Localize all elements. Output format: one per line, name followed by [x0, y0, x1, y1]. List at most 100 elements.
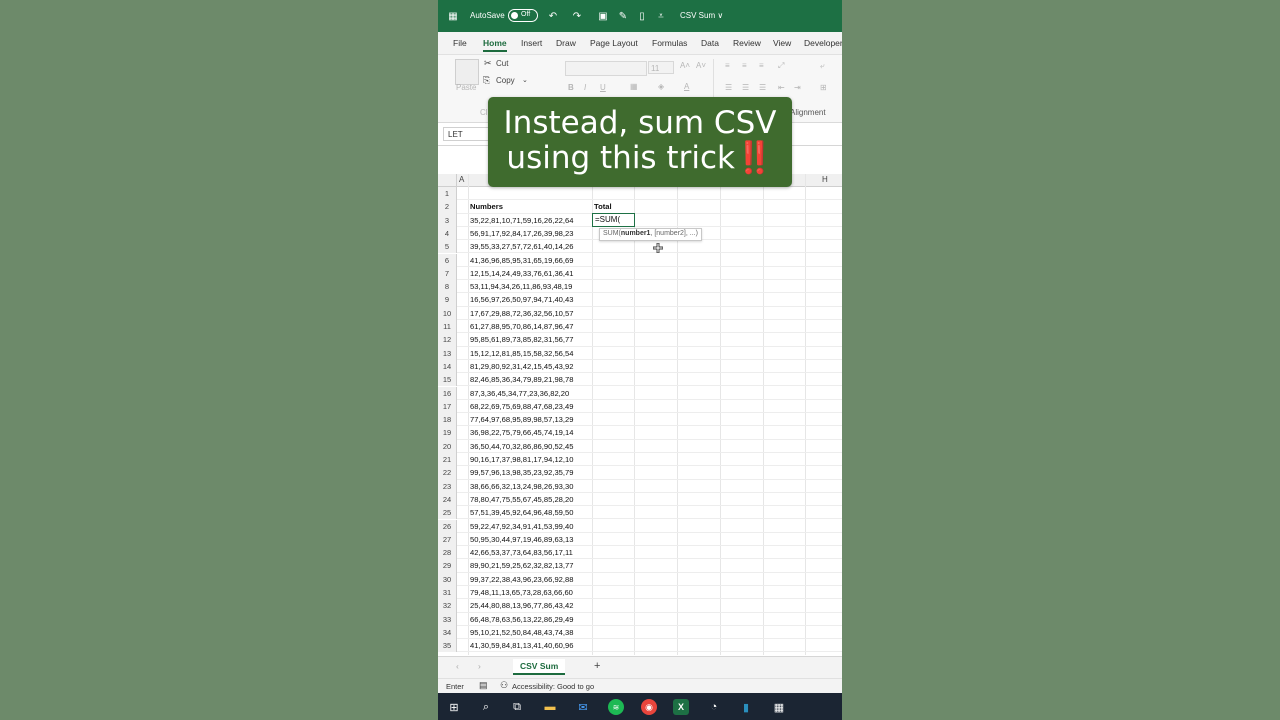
bold-icon[interactable]: B — [568, 83, 574, 92]
table-row[interactable]: 18 77,64,97,68,95,89,98,57,13,29 — [438, 413, 842, 427]
row-header[interactable]: 34 — [438, 625, 457, 640]
borders-icon[interactable]: ▦ — [630, 82, 638, 91]
table-row[interactable]: 33 66,48,78,63,56,13,22,86,29,49 — [438, 612, 842, 626]
tab-file[interactable]: File — [453, 38, 467, 48]
merge-icon[interactable]: ⊞ — [820, 83, 827, 92]
table-row[interactable]: 11 61,27,88,95,70,86,14,87,96,47 — [438, 320, 842, 334]
cell-a[interactable]: 53,11,94,34,26,11,86,93,48,19 — [470, 280, 572, 293]
table-row[interactable]: 3 35,22,81,10,71,59,16,26,22,64 — [438, 213, 842, 227]
table-row[interactable]: 25 57,51,39,45,92,64,96,48,59,50 — [438, 506, 842, 520]
cell-a[interactable]: 78,80,47,75,55,67,45,85,28,20 — [470, 493, 573, 506]
cell-a[interactable]: 99,37,22,38,43,96,23,66,92,88 — [470, 573, 573, 586]
row-header[interactable]: 11 — [438, 320, 457, 334]
cell-a[interactable]: 41,36,96,85,95,31,65,19,66,69 — [470, 254, 573, 267]
mail-icon[interactable]: ✉ — [575, 699, 591, 715]
cell-a[interactable]: 82,46,85,36,34,79,89,21,98,78 — [470, 373, 573, 386]
excel-taskbar-icon[interactable]: X — [673, 699, 689, 715]
table-row[interactable]: 30 99,37,22,38,43,96,23,66,92,88 — [438, 572, 842, 586]
underline-icon[interactable]: U — [600, 83, 606, 92]
tab-home[interactable]: Home — [483, 38, 507, 52]
row-header[interactable]: 17 — [438, 399, 457, 414]
cell-a[interactable]: 50,95,30,44,97,19,46,89,63,13 — [470, 533, 573, 546]
row-header[interactable]: 25 — [438, 506, 457, 520]
file-explorer-icon[interactable]: ▬ — [542, 699, 558, 715]
row-header[interactable]: 28 — [438, 546, 457, 560]
row-header[interactable]: 31 — [438, 586, 457, 600]
macro-record-icon[interactable]: ▤ — [479, 680, 488, 691]
table-row[interactable]: 10 17,67,29,88,72,36,32,56,10,57 — [438, 306, 842, 320]
add-sheet-button[interactable]: + — [594, 660, 600, 672]
row-header[interactable]: 29 — [438, 559, 457, 573]
table-row[interactable]: 16 87,3,36,45,34,77,23,36,82,20 — [438, 386, 842, 400]
select-all-corner[interactable] — [438, 174, 457, 186]
row-header[interactable]: 32 — [438, 599, 457, 613]
font-size-box[interactable]: 11 — [648, 61, 674, 74]
table-row[interactable]: 22 99,57,96,13,98,35,23,92,35,79 — [438, 466, 842, 480]
row-header[interactable]: 35 — [438, 639, 457, 653]
increase-font-icon[interactable]: A˄ — [680, 61, 690, 70]
tooltip-active-arg[interactable]: number1 — [621, 230, 651, 237]
table-row[interactable]: 34 95,10,21,52,50,84,48,43,74,38 — [438, 625, 842, 640]
table-row[interactable]: 21 90,16,17,37,98,81,17,94,12,10 — [438, 453, 842, 467]
tab-insert[interactable]: Insert — [521, 38, 542, 48]
cell-a[interactable]: 61,27,88,95,70,86,14,87,96,47 — [470, 320, 573, 333]
cell-a[interactable]: 35,22,81,10,71,59,16,26,22,64 — [470, 214, 573, 227]
wrap-text-icon[interactable]: ⤶ — [820, 61, 824, 71]
row-header[interactable]: 10 — [438, 306, 457, 320]
row-header[interactable]: 24 — [438, 492, 457, 507]
cell-a[interactable]: 68,22,69,75,69,88,47,68,23,49 — [470, 400, 573, 413]
column-header-a[interactable]: A — [459, 175, 464, 184]
row-header[interactable]: 30 — [438, 572, 457, 586]
table-row[interactable]: 7 12,15,14,24,49,33,76,61,36,41 — [438, 266, 842, 281]
table-row[interactable]: 19 36,98,22,75,79,66,45,74,19,14 — [438, 426, 842, 440]
cell-a[interactable]: 15,12,12,81,85,15,58,32,56,54 — [470, 347, 573, 360]
cell-a[interactable]: 36,50,44,70,32,86,86,90,52,45 — [470, 440, 573, 453]
tab-developer[interactable]: Developer — [804, 38, 842, 48]
italic-icon[interactable]: I — [584, 83, 586, 92]
table-row[interactable]: 8 53,11,94,34,26,11,86,93,48,19 — [438, 280, 842, 294]
row-header[interactable]: 26 — [438, 519, 457, 533]
tab-draw[interactable]: Draw — [556, 38, 576, 48]
cell-a[interactable]: 59,22,47,92,34,91,41,53,99,40 — [470, 520, 573, 533]
save-icon[interactable]: ▣ — [596, 9, 610, 23]
cell-grid[interactable]: 1 2 Numbers Total 3 35,22,81,10,71,59,16,26,2… — [438, 187, 842, 655]
cell-a[interactable]: 95,10,21,52,50,84,48,43,74,38 — [470, 626, 573, 639]
tab-review[interactable]: Review — [733, 38, 761, 48]
chrome-icon[interactable]: ◉ — [641, 699, 657, 715]
cell-a[interactable]: 16,56,97,26,50,97,94,71,40,43 — [470, 293, 573, 306]
row-header[interactable]: 9 — [438, 293, 457, 307]
column-header-h[interactable]: H — [822, 175, 828, 184]
table-row[interactable]: 5 39,55,33,27,57,72,61,40,14,26 — [438, 240, 842, 254]
row-header[interactable]: 4 — [438, 226, 457, 241]
font-color-icon[interactable]: A — [684, 82, 689, 91]
accessibility-icon[interactable]: ⚇ — [500, 680, 508, 691]
cut-button[interactable]: Cut — [496, 59, 508, 68]
orientation-icon[interactable]: ⤢ — [778, 61, 784, 71]
cell-a[interactable]: 39,55,33,27,57,72,61,40,14,26 — [470, 240, 573, 253]
align-right-icon[interactable]: ☰ — [759, 83, 766, 92]
scroll-left-icon[interactable]: ‹ — [456, 661, 459, 671]
row-header[interactable]: 12 — [438, 333, 457, 347]
table-row[interactable]: 17 68,22,69,75,69,88,47,68,23,49 — [438, 399, 842, 414]
function-tooltip[interactable]: SUM(number1, [number2], ...) — [599, 228, 702, 241]
calculator-icon[interactable]: ▦ — [771, 699, 787, 715]
cell-a[interactable]: 56,91,17,92,84,17,26,39,98,23 — [470, 227, 573, 240]
table-row[interactable]: 2 Numbers Total — [438, 200, 842, 214]
row-header[interactable]: 23 — [438, 479, 457, 493]
task-view-icon[interactable]: ⧉ — [509, 699, 525, 715]
table-row[interactable]: 15 82,46,85,36,34,79,89,21,98,78 — [438, 373, 842, 387]
row-header[interactable]: 22 — [438, 466, 457, 480]
windows-start-icon[interactable]: ⊞ — [446, 699, 462, 715]
row-header[interactable]: 27 — [438, 532, 457, 547]
row-header[interactable]: 33 — [438, 612, 457, 626]
row-header[interactable]: 7 — [438, 266, 457, 281]
align-center-icon[interactable]: ☰ — [742, 83, 749, 92]
table-row[interactable]: 1 — [438, 187, 842, 201]
app-icon[interactable]: ▮ — [738, 699, 754, 715]
table-row[interactable]: 28 42,66,53,37,73,64,83,56,17,11 — [438, 546, 842, 560]
tab-formulas[interactable]: Formulas — [652, 38, 687, 48]
spotify-icon[interactable]: ≋ — [608, 699, 624, 715]
cell-a[interactable]: 89,90,21,59,25,62,32,82,13,77 — [470, 559, 573, 572]
cell-a[interactable]: 57,51,39,45,92,64,96,48,59,50 — [470, 506, 573, 519]
cell-a[interactable]: 81,29,80,92,31,42,15,45,43,92 — [470, 360, 573, 373]
